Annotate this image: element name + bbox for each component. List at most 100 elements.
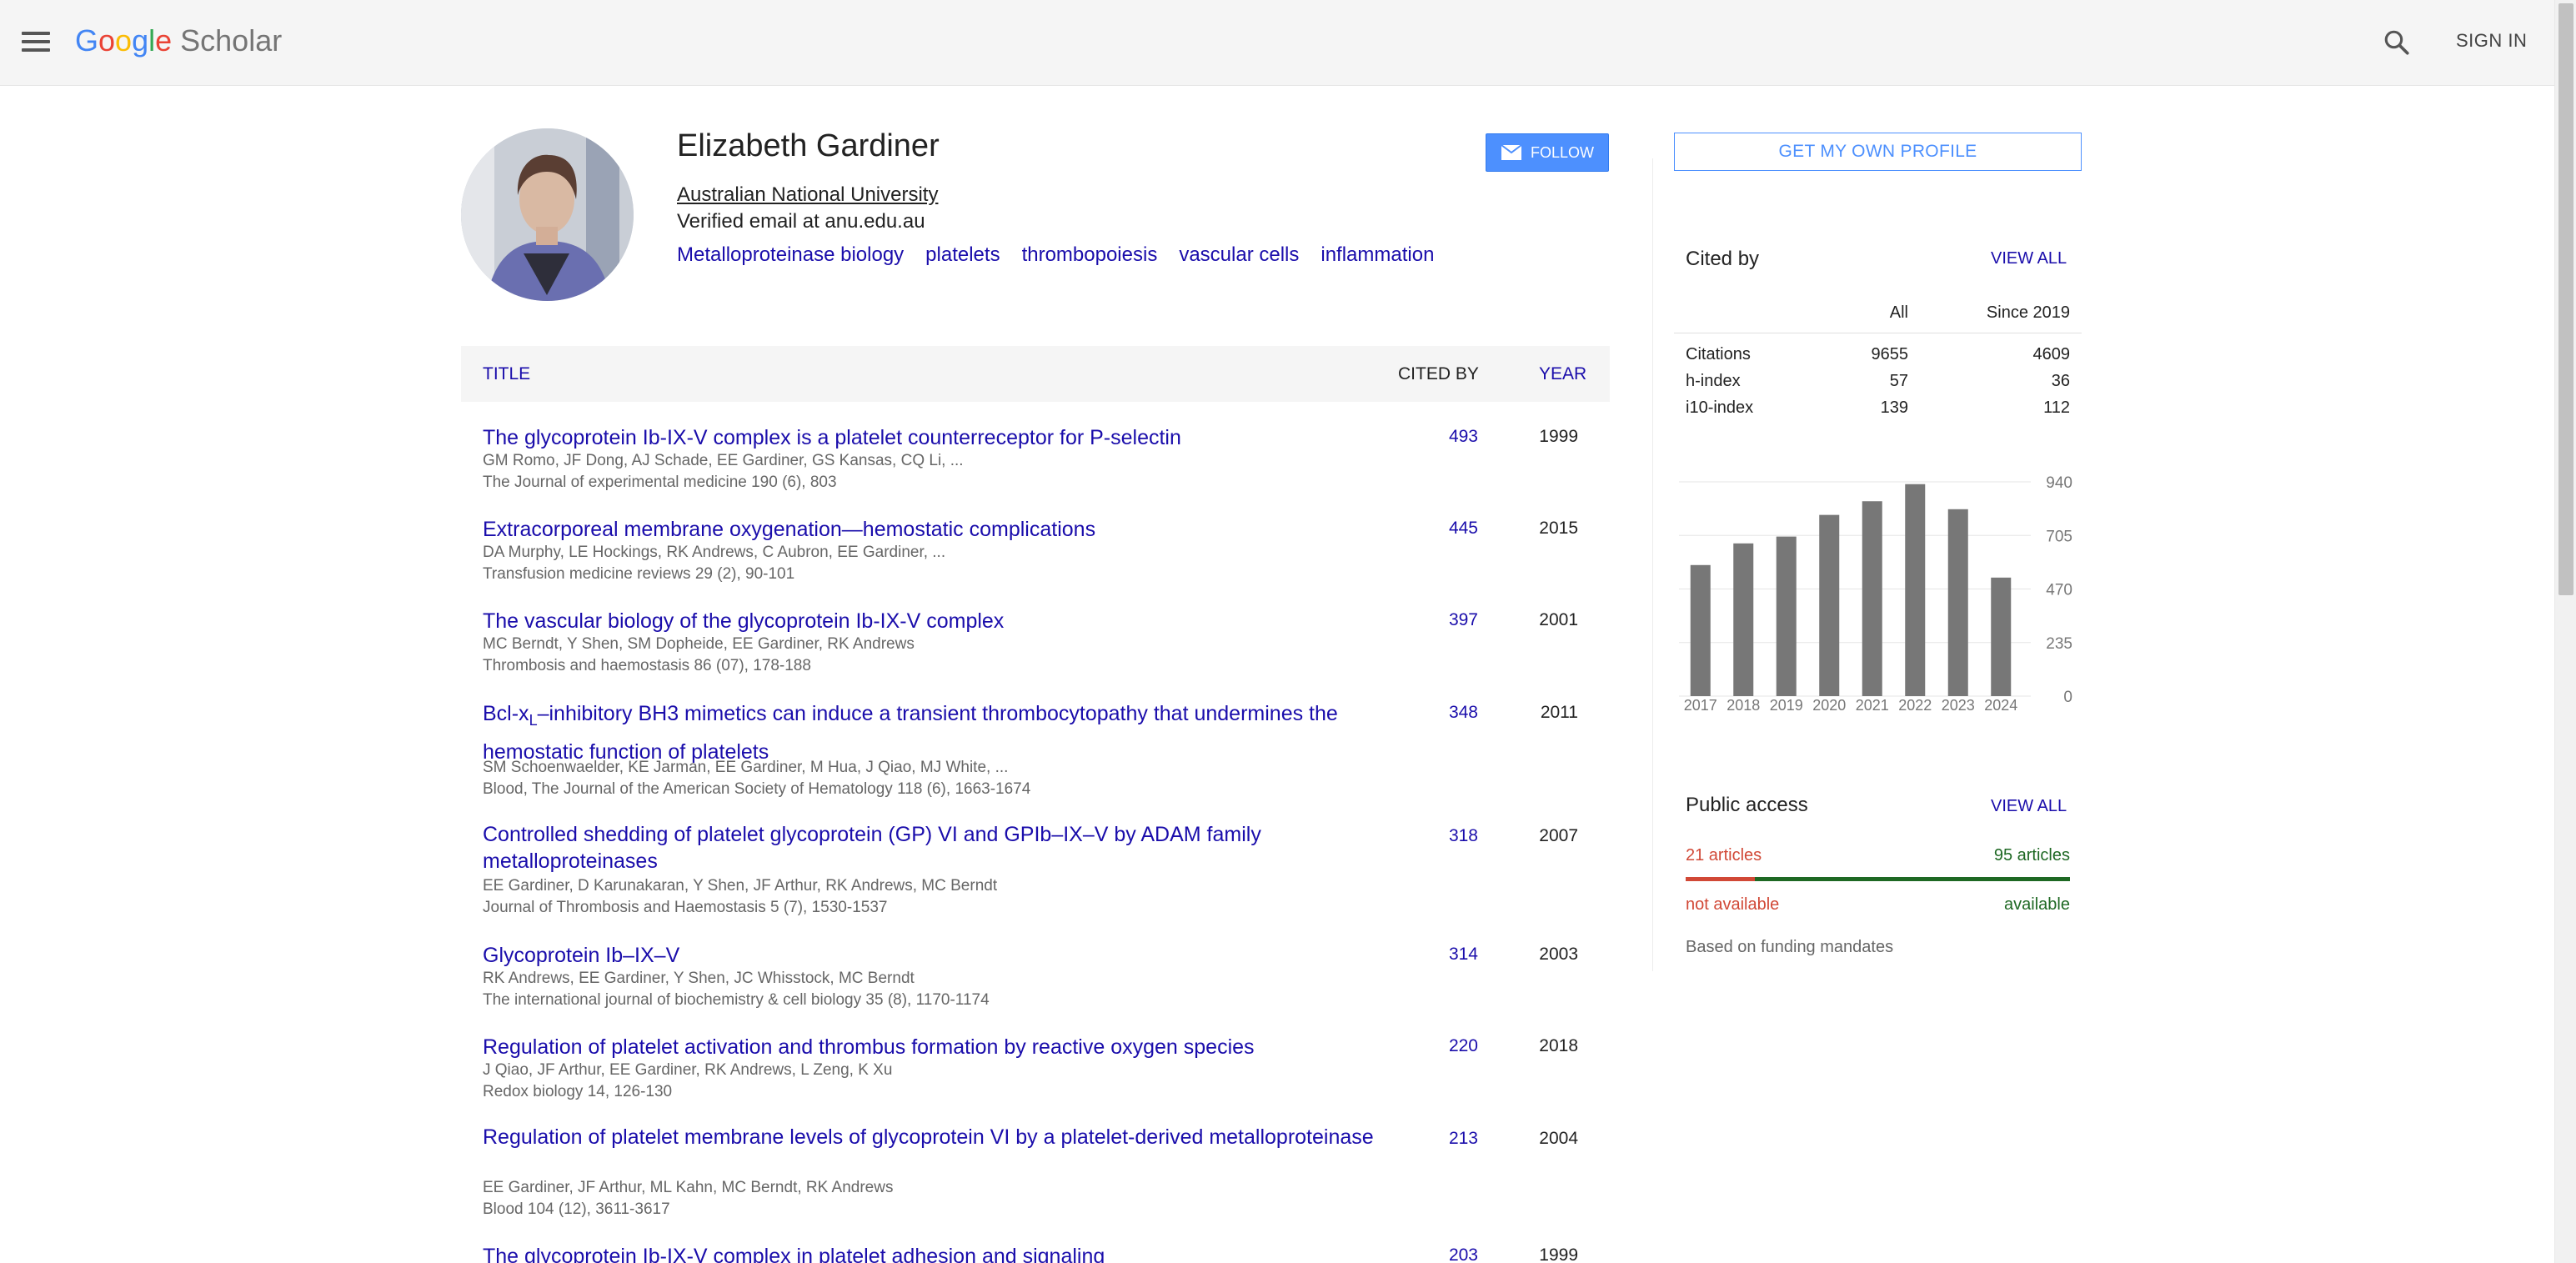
article-venue: Thrombosis and haemostasis 86 (07), 178-…	[483, 657, 811, 674]
article-title[interactable]: Glycoprotein Ib–IX–V	[483, 940, 1400, 971]
public-access-view-all[interactable]: VIEW ALL	[1991, 797, 2067, 816]
get-my-own-profile-button[interactable]: GET MY OWN PROFILE	[1674, 133, 2082, 171]
chart-bar[interactable]	[1733, 543, 1754, 696]
article-authors: EE Gardiner, D Karunakaran, Y Shen, JF A…	[483, 877, 998, 895]
logo-letter: e	[155, 23, 173, 58]
cited-by-count[interactable]: 314	[1428, 945, 1478, 965]
article-authors: J Qiao, JF Arthur, EE Gardiner, RK Andre…	[483, 1061, 893, 1079]
article-title[interactable]: Regulation of platelet activation and th…	[483, 1031, 1400, 1063]
article-title[interactable]: Bcl-xL–inhibitory BH3 mimetics can induc…	[483, 698, 1400, 768]
metric-row: Citations 9655 4609	[1674, 345, 2082, 370]
metric-all: 139	[1880, 398, 1908, 417]
chart-bar[interactable]	[1819, 514, 1840, 696]
article-venue: Blood 104 (12), 3611-3617	[483, 1200, 670, 1218]
article-venue: Transfusion medicine reviews 29 (2), 90-…	[483, 565, 795, 583]
metric-all: 57	[1889, 372, 1908, 390]
chart-bar[interactable]	[1905, 484, 1926, 696]
article-title[interactable]: Regulation of platelet membrane levels o…	[483, 1124, 1400, 1150]
metric-label[interactable]: Citations	[1686, 345, 1751, 364]
research-interests: Metalloproteinase biology platelets thro…	[677, 243, 1434, 267]
cited-by-count[interactable]: 213	[1428, 1129, 1478, 1149]
metric-label[interactable]: i10-index	[1686, 398, 1753, 418]
page-scrollbar[interactable]	[2554, 0, 2576, 1263]
available-count[interactable]: 95 articles	[1992, 846, 2070, 865]
cited-by-column[interactable]: CITED BY	[1398, 364, 1479, 384]
metric-label[interactable]: h-index	[1686, 372, 1741, 391]
article-title[interactable]: The glycoprotein Ib-IX-V complex is a pl…	[483, 422, 1400, 454]
chart-y-tick-label: 940	[2046, 474, 2072, 492]
chart-y-tick-label: 235	[2046, 635, 2072, 653]
interest-link[interactable]: inflammation	[1321, 243, 1434, 267]
article-authors: RK Andrews, EE Gardiner, Y Shen, JC Whis…	[483, 970, 915, 987]
citations-per-year-chart: 0 235 470 705 940 2017 2018 2019 2020 2021 2022 202…	[1679, 474, 2072, 714]
article-title[interactable]: The glycoprotein Ib-IX-V complex in plat…	[483, 1240, 1400, 1263]
chart-y-tick-label: 470	[2046, 582, 2072, 599]
sign-in-link[interactable]: SIGN IN	[2456, 30, 2527, 52]
public-access-bar	[1686, 877, 2070, 881]
cited-by-heading: Cited by	[1686, 248, 1760, 270]
profile-avatar	[461, 128, 634, 301]
article-authors: GM Romo, JF Dong, AJ Schade, EE Gardiner…	[483, 452, 964, 469]
article-title[interactable]: Controlled shedding of platelet glycopro…	[483, 821, 1400, 875]
cited-by-count[interactable]: 397	[1428, 610, 1478, 630]
metric-since: 112	[2043, 398, 2070, 417]
interest-link[interactable]: vascular cells	[1179, 243, 1299, 267]
profile-name: Elizabeth Gardiner	[677, 128, 940, 163]
chart-x-tick-label: 2022	[1898, 697, 1932, 714]
chart-x-tick-label: 2018	[1727, 697, 1760, 714]
table-row: The glycoprotein Ib-IX-V complex in plat…	[461, 1240, 1610, 1263]
hamburger-menu-icon[interactable]	[22, 29, 50, 54]
cited-by-count[interactable]: 348	[1428, 703, 1478, 723]
chart-bar[interactable]	[1690, 564, 1711, 696]
article-year: 2007	[1539, 826, 1578, 845]
article-year: 1999	[1539, 427, 1578, 446]
interest-link[interactable]: Metalloproteinase biology	[677, 243, 904, 267]
search-icon[interactable]	[2383, 28, 2411, 57]
cited-by-count[interactable]: 318	[1428, 826, 1478, 846]
chart-y-tick-label: 0	[2063, 689, 2072, 706]
affiliation-link[interactable]: Australian National University	[677, 183, 938, 207]
top-bar: Google Scholar SIGN IN	[0, 0, 2554, 86]
article-title[interactable]: The vascular biology of the glycoprotein…	[483, 605, 1400, 637]
verified-email: Verified email at anu.edu.au	[677, 210, 925, 233]
cited-by-count[interactable]: 445	[1428, 519, 1478, 539]
title-subscript: L	[529, 712, 538, 729]
chart-bar[interactable]	[1776, 536, 1797, 696]
avatar-photo	[461, 128, 634, 301]
sort-by-title[interactable]: TITLE	[483, 364, 530, 384]
chart-x-tick-label: 2017	[1684, 697, 1717, 714]
title-prefix: Bcl-x	[483, 702, 529, 725]
article-authors: DA Murphy, LE Hockings, RK Andrews, C Au…	[483, 544, 946, 561]
funding-mandates-note: Based on funding mandates	[1686, 938, 1894, 956]
cited-by-count[interactable]: 203	[1428, 1245, 1478, 1263]
follow-button[interactable]: FOLLOW	[1486, 133, 1609, 172]
cited-by-count[interactable]: 493	[1428, 427, 1478, 447]
chart-bar[interactable]	[1947, 509, 1968, 696]
interest-link[interactable]: thrombopoiesis	[1022, 243, 1158, 267]
cited-by-count[interactable]: 220	[1428, 1036, 1478, 1056]
logo-suffix: Scholar	[180, 23, 283, 58]
article-venue: Blood, The Journal of the American Socie…	[483, 780, 1031, 798]
sort-by-year[interactable]: YEAR	[1539, 364, 1586, 384]
google-scholar-logo[interactable]: Google Scholar	[75, 23, 282, 62]
chart-bar[interactable]	[1862, 501, 1882, 696]
chart-bar[interactable]	[1991, 577, 2012, 696]
article-title[interactable]: Extracorporeal membrane oxygenation—hemo…	[483, 514, 1400, 545]
articles-table-header: TITLE CITED BY YEAR	[461, 346, 1610, 402]
interest-link[interactable]: platelets	[925, 243, 1000, 267]
metric-row: i10-index 139 112	[1674, 398, 2082, 424]
article-year: 1999	[1539, 1245, 1578, 1263]
scrollbar-thumb[interactable]	[2558, 3, 2573, 595]
article-year: 2001	[1539, 610, 1578, 629]
article-year: 2003	[1539, 945, 1578, 964]
public-access-heading: Public access	[1686, 794, 1808, 816]
chart-x-tick-label: 2024	[1984, 697, 2017, 714]
metric-row: h-index 57 36	[1674, 372, 2082, 397]
cited-by-view-all[interactable]: VIEW ALL	[1991, 249, 2067, 268]
column-divider	[1652, 158, 1653, 971]
article-year: 2004	[1539, 1129, 1578, 1148]
logo-letter: g	[132, 23, 149, 58]
not-available-count[interactable]: 21 articles	[1686, 846, 1762, 865]
not-available-label: not available	[1686, 895, 1780, 914]
chart-x-tick-label: 2023	[1942, 697, 1975, 714]
